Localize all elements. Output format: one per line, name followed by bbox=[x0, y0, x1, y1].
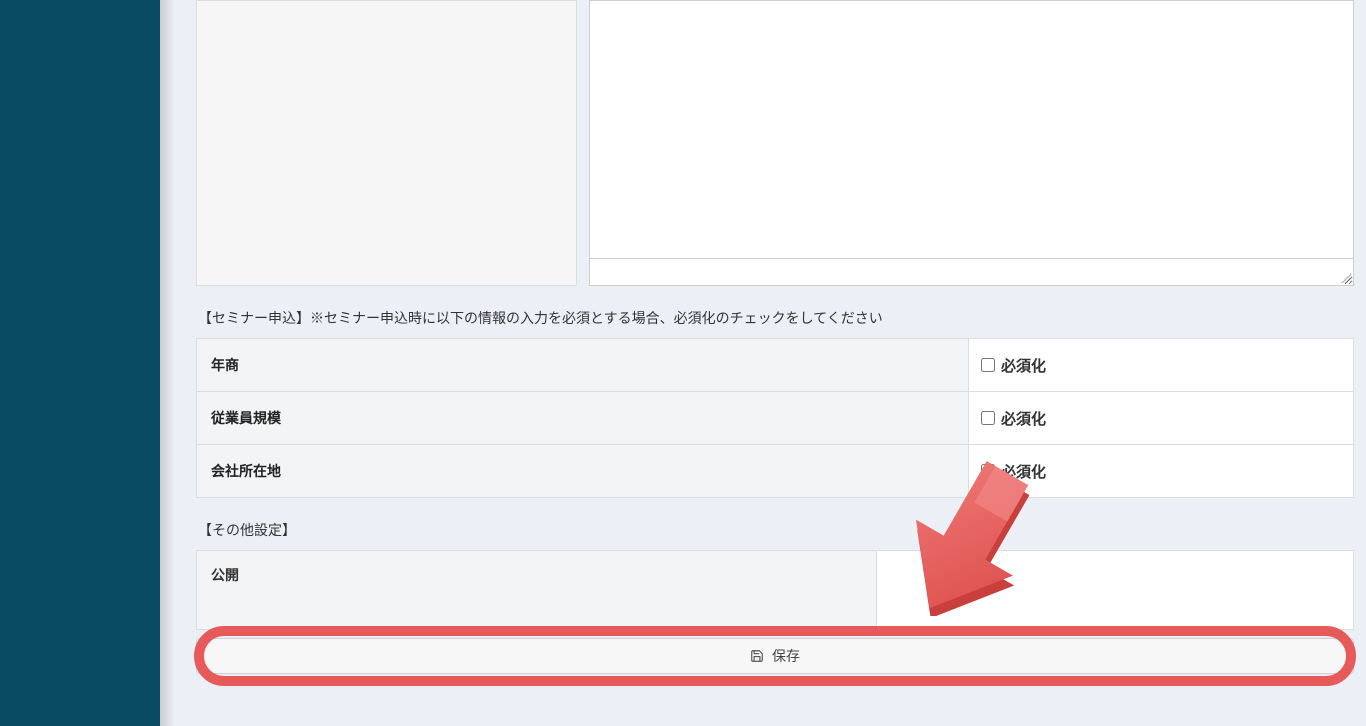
required-checkbox[interactable] bbox=[981, 464, 995, 478]
row-cell: 必須化 bbox=[969, 392, 1354, 445]
required-label: 必須化 bbox=[1001, 408, 1046, 429]
required-label: 必須化 bbox=[1001, 355, 1046, 376]
required-label: 必須化 bbox=[1001, 461, 1046, 482]
table-row: 会社所在地 必須化 bbox=[197, 445, 1354, 498]
table-row: 従業員規模 必須化 bbox=[197, 392, 1354, 445]
row-label-publish: 公開 bbox=[197, 551, 877, 630]
editor-row bbox=[196, 0, 1354, 286]
editor-right-pane bbox=[589, 0, 1354, 286]
raw-text-area[interactable] bbox=[589, 258, 1354, 286]
content-area: 【セミナー申込】※セミナー申込時に以下の情報の入力を必須とする場合、必須化のチェ… bbox=[160, 0, 1366, 726]
table-row: 公開 bbox=[197, 551, 1354, 630]
row-label-revenue: 年商 bbox=[197, 339, 969, 392]
row-label-location: 会社所在地 bbox=[197, 445, 969, 498]
save-button[interactable]: 保存 bbox=[196, 638, 1354, 674]
required-toggle-revenue[interactable]: 必須化 bbox=[981, 355, 1341, 376]
required-checkbox[interactable] bbox=[981, 358, 995, 372]
required-toggle-employees[interactable]: 必須化 bbox=[981, 408, 1341, 429]
save-button-wrap: 保存 bbox=[196, 638, 1354, 674]
other-section-note: 【その他設定】 bbox=[198, 520, 1354, 540]
required-options-table: 年商 必須化 従業員規模 必須化 会社所在地 必須 bbox=[196, 338, 1354, 498]
table-row: 年商 必須化 bbox=[197, 339, 1354, 392]
save-button-label: 保存 bbox=[772, 646, 800, 666]
row-cell: 必須化 bbox=[969, 445, 1354, 498]
required-toggle-location[interactable]: 必須化 bbox=[981, 461, 1341, 482]
sidebar bbox=[0, 0, 160, 726]
editor-left-pane[interactable] bbox=[196, 0, 577, 286]
row-cell-publish bbox=[877, 551, 1354, 630]
save-icon bbox=[750, 649, 764, 663]
row-label-employees: 従業員規模 bbox=[197, 392, 969, 445]
rich-text-area[interactable] bbox=[589, 0, 1354, 258]
seminar-section-note: 【セミナー申込】※セミナー申込時に以下の情報の入力を必須とする場合、必須化のチェ… bbox=[198, 308, 1354, 328]
row-cell: 必須化 bbox=[969, 339, 1354, 392]
other-settings-table: 公開 bbox=[196, 550, 1354, 630]
required-checkbox[interactable] bbox=[981, 411, 995, 425]
